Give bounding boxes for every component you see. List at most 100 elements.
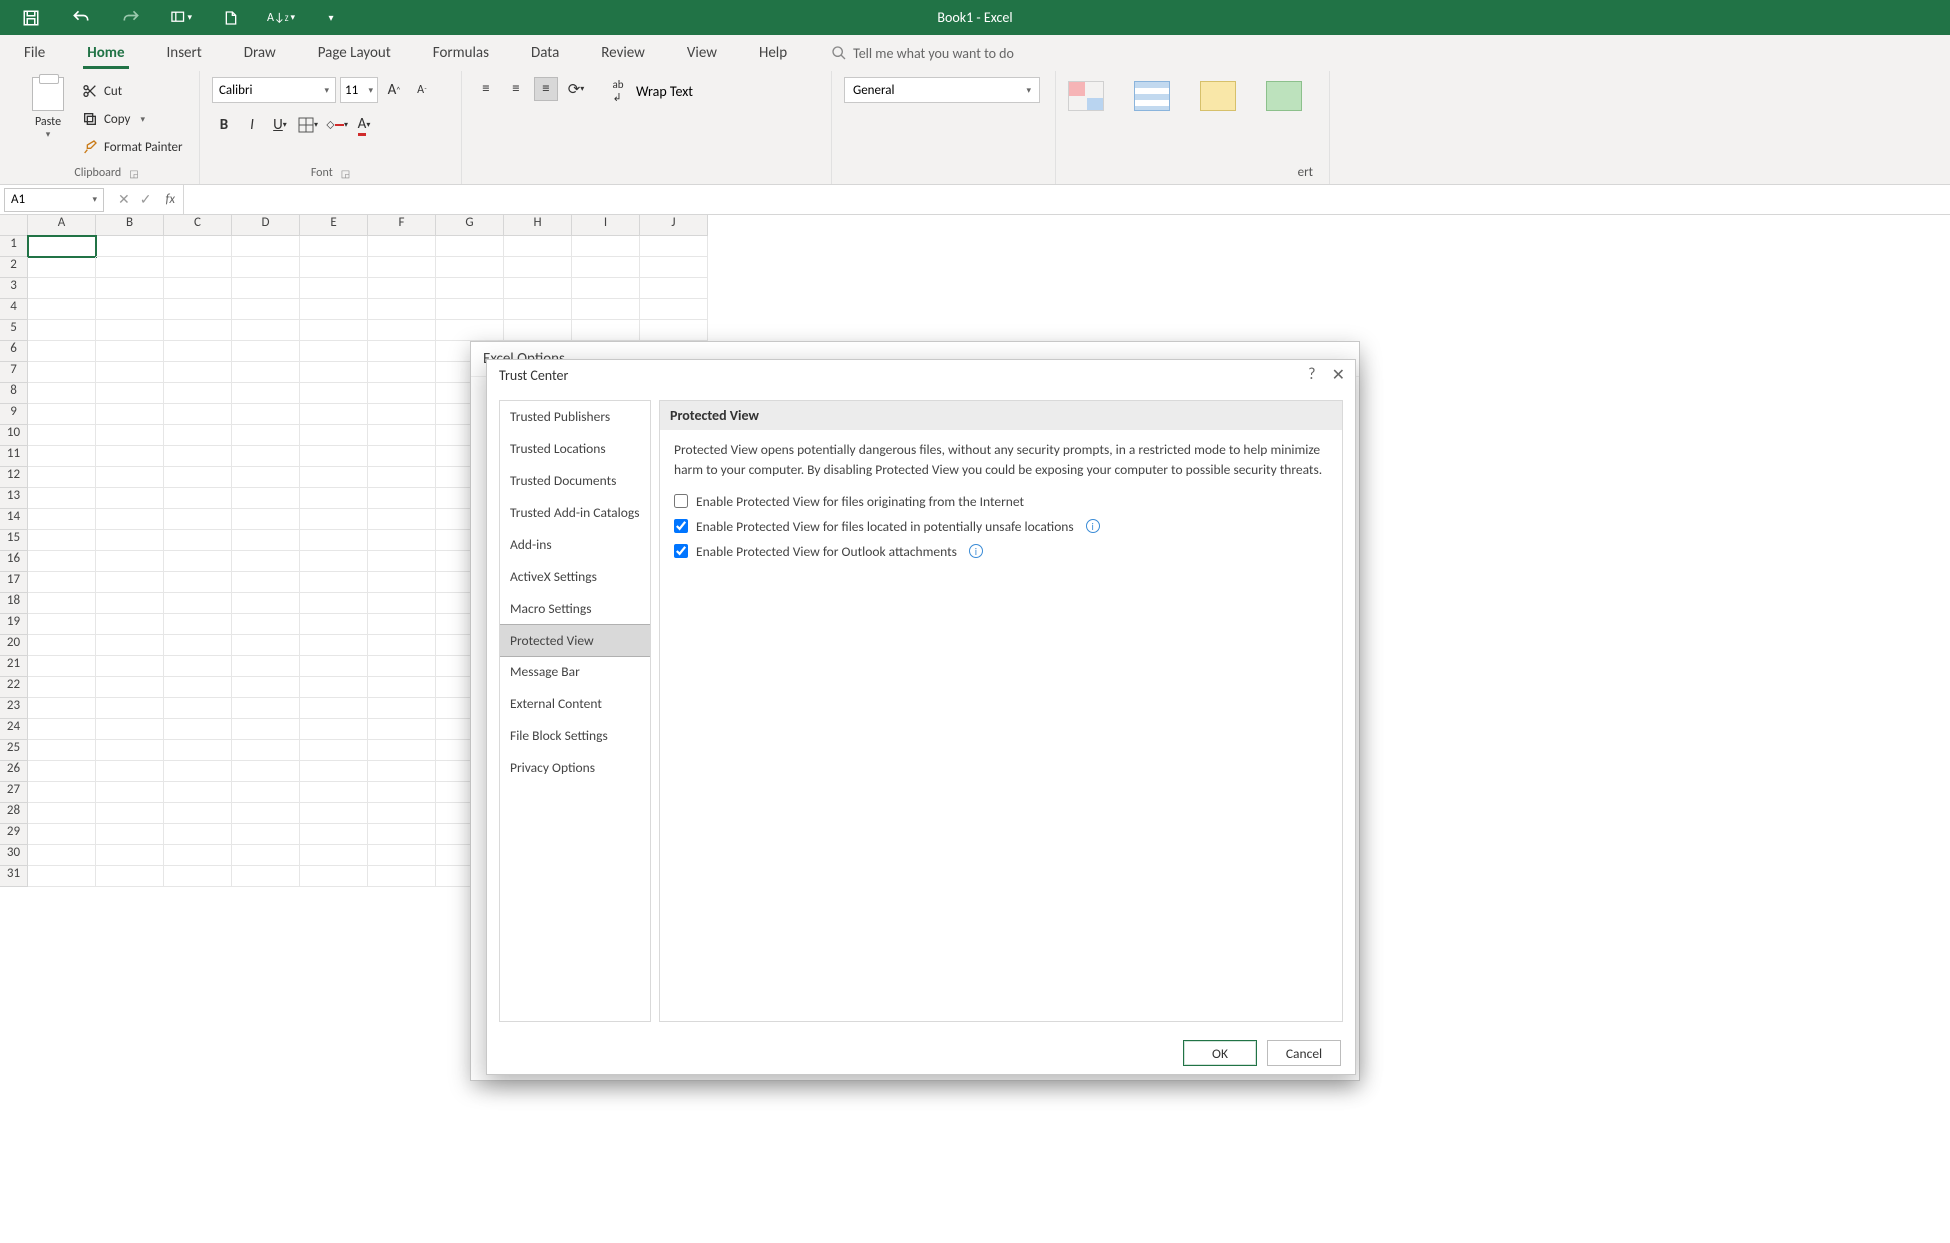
ok-button[interactable]: OK <box>1183 1040 1257 1066</box>
trust-center-nav-item[interactable]: Macro Settings <box>500 593 650 625</box>
trust-center-nav-item[interactable]: Trusted Add-in Catalogs <box>500 497 650 529</box>
cell[interactable] <box>504 320 572 341</box>
cell[interactable] <box>640 236 708 257</box>
tab-review[interactable]: Review <box>593 35 653 71</box>
cell[interactable] <box>232 782 300 803</box>
cell[interactable] <box>300 782 368 803</box>
cell[interactable] <box>96 614 164 635</box>
trust-center-nav-item[interactable]: Trusted Documents <box>500 465 650 497</box>
tell-me-search[interactable]: Tell me what you want to do <box>831 45 1014 62</box>
cell[interactable] <box>96 446 164 467</box>
cell[interactable] <box>28 257 96 278</box>
cell[interactable] <box>232 278 300 299</box>
save-icon[interactable] <box>20 7 42 29</box>
touch-mode-icon[interactable]: ▾ <box>170 7 192 29</box>
trust-center-nav-item[interactable]: Add-ins <box>500 529 650 561</box>
row-header[interactable]: 29 <box>0 824 28 845</box>
cell[interactable] <box>640 299 708 320</box>
cell[interactable] <box>96 320 164 341</box>
row-header[interactable]: 10 <box>0 425 28 446</box>
cell[interactable] <box>300 740 368 761</box>
cell[interactable] <box>232 761 300 782</box>
cell[interactable] <box>164 467 232 488</box>
cell[interactable] <box>300 845 368 866</box>
cell[interactable] <box>96 698 164 719</box>
increase-font-icon[interactable]: A^ <box>382 78 406 102</box>
cell[interactable] <box>368 614 436 635</box>
column-header[interactable]: G <box>436 215 504 236</box>
cell[interactable] <box>300 614 368 635</box>
cell[interactable] <box>368 362 436 383</box>
cell[interactable] <box>28 593 96 614</box>
cell[interactable] <box>368 635 436 656</box>
cell[interactable] <box>96 572 164 593</box>
cell[interactable] <box>164 803 232 824</box>
cell[interactable] <box>436 236 504 257</box>
row-header[interactable]: 14 <box>0 509 28 530</box>
cell[interactable] <box>300 824 368 845</box>
cell[interactable] <box>300 299 368 320</box>
trust-center-nav-item[interactable]: File Block Settings <box>500 720 650 752</box>
cell[interactable] <box>368 551 436 572</box>
customize-qat-icon[interactable]: ▾ <box>320 7 342 29</box>
row-header[interactable]: 8 <box>0 383 28 404</box>
column-header[interactable]: C <box>164 215 232 236</box>
row-header[interactable]: 19 <box>0 614 28 635</box>
cell[interactable] <box>96 593 164 614</box>
row-header[interactable]: 15 <box>0 530 28 551</box>
cell[interactable] <box>368 404 436 425</box>
row-header[interactable]: 28 <box>0 803 28 824</box>
cell[interactable] <box>232 698 300 719</box>
row-header[interactable]: 16 <box>0 551 28 572</box>
cell[interactable] <box>300 320 368 341</box>
cell[interactable] <box>164 383 232 404</box>
cell[interactable] <box>164 425 232 446</box>
cell[interactable] <box>28 656 96 677</box>
cell[interactable] <box>232 572 300 593</box>
cell[interactable] <box>368 803 436 824</box>
font-size-select[interactable]: 11 <box>340 77 378 103</box>
row-header[interactable]: 2 <box>0 257 28 278</box>
row-header[interactable]: 26 <box>0 761 28 782</box>
format-as-table-icon[interactable] <box>1134 81 1170 111</box>
cell[interactable] <box>164 719 232 740</box>
cell[interactable] <box>28 614 96 635</box>
italic-button[interactable]: I <box>240 113 264 137</box>
row-header[interactable]: 21 <box>0 656 28 677</box>
row-header[interactable]: 11 <box>0 446 28 467</box>
column-header[interactable]: A <box>28 215 96 236</box>
row-header[interactable]: 18 <box>0 593 28 614</box>
cell[interactable] <box>300 656 368 677</box>
cell[interactable] <box>504 236 572 257</box>
trust-center-nav-item[interactable]: Privacy Options <box>500 752 650 784</box>
enable-pv-outlook-checkbox[interactable]: Enable Protected View for Outlook attach… <box>674 539 1328 564</box>
cell[interactable] <box>164 320 232 341</box>
cell[interactable] <box>96 362 164 383</box>
cell[interactable] <box>28 530 96 551</box>
cell[interactable] <box>572 278 640 299</box>
cell[interactable] <box>504 278 572 299</box>
borders-button[interactable]: ▾ <box>296 113 320 137</box>
column-header[interactable]: E <box>300 215 368 236</box>
cell[interactable] <box>164 593 232 614</box>
trust-center-nav-item[interactable]: Trusted Publishers <box>500 401 650 433</box>
help-icon[interactable]: ? <box>1308 365 1315 385</box>
orientation-icon[interactable]: ⟳▾ <box>564 77 588 101</box>
trust-center-nav-item[interactable]: External Content <box>500 688 650 720</box>
cut-button[interactable]: Cut <box>78 79 187 103</box>
cell[interactable] <box>232 446 300 467</box>
cell[interactable] <box>164 740 232 761</box>
cell[interactable] <box>96 824 164 845</box>
row-header[interactable]: 6 <box>0 341 28 362</box>
copy-button[interactable]: Copy ▾ <box>78 107 187 131</box>
cell[interactable] <box>28 845 96 866</box>
align-bottom-icon[interactable]: ≡ <box>534 77 558 101</box>
cell[interactable] <box>96 551 164 572</box>
cell[interactable] <box>368 866 436 887</box>
cell[interactable] <box>96 467 164 488</box>
checkbox-outlook[interactable] <box>674 544 688 558</box>
cell[interactable] <box>504 257 572 278</box>
cell[interactable] <box>96 719 164 740</box>
cell[interactable] <box>96 761 164 782</box>
cell[interactable] <box>96 656 164 677</box>
